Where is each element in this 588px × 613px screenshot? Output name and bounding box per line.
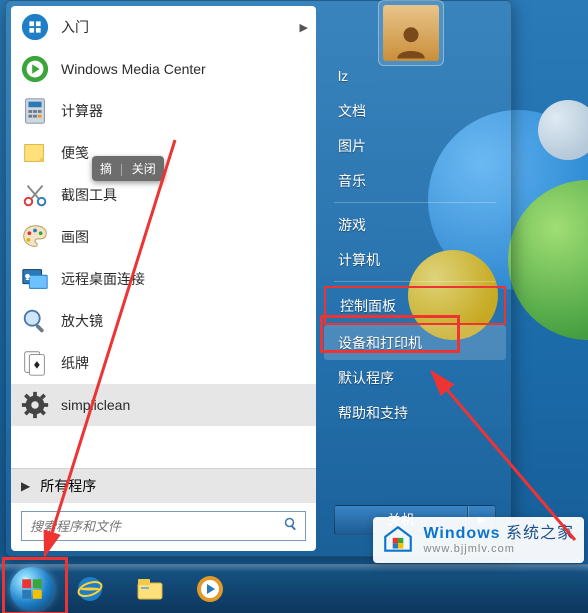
right-item-label: 控制面板 [340, 296, 396, 316]
prog-paint[interactable]: 画图 [11, 216, 316, 258]
right-item-computer[interactable]: 计算机 [324, 242, 506, 277]
right-item-user-lz[interactable]: lz [324, 58, 506, 93]
right-item-label: 设备和打印机 [338, 333, 422, 353]
magnifier-icon [19, 305, 51, 337]
search-row [11, 503, 316, 551]
remote-desktop-icon [19, 263, 51, 295]
jumplist-tooltip: 摘 关闭 [92, 156, 164, 181]
prog-label: 截图工具 [61, 185, 117, 205]
tooltip-separator [121, 164, 122, 176]
prog-snipping-tool[interactable]: 截图工具 [11, 174, 316, 216]
search-icon[interactable] [277, 516, 305, 537]
gear-icon [19, 389, 51, 421]
watermark: Windows 系统之家 www.bjjmlv.com [373, 517, 584, 563]
prog-getting-started[interactable]: 入门 ▶ [11, 6, 316, 48]
prog-calculator[interactable]: 计算器 [11, 90, 316, 132]
start-menu-left-pane: 入门 ▶ Windows Media Center 计算器 [11, 6, 316, 551]
prog-solitaire[interactable]: 纸牌 [11, 342, 316, 384]
right-pane-separator [334, 202, 496, 203]
right-item-label: 帮助和支持 [338, 403, 408, 423]
right-item-label: 图片 [338, 136, 366, 156]
watermark-logo-icon [381, 523, 415, 557]
start-orb[interactable] [10, 567, 54, 611]
palette-icon [19, 221, 51, 253]
prog-label: simpliclean [61, 397, 130, 413]
prog-label: 画图 [61, 227, 89, 247]
all-programs-label: 所有程序 [40, 476, 96, 496]
taskbar [0, 564, 588, 613]
watermark-url: www.bjjmlv.com [423, 543, 574, 556]
media-center-icon [19, 53, 51, 85]
right-item-label: 文档 [338, 101, 366, 121]
taskbar-media-player[interactable] [182, 569, 238, 609]
right-item-label: 游戏 [338, 215, 366, 235]
right-item-pictures[interactable]: 图片 [324, 128, 506, 163]
prog-label: Windows Media Center [61, 61, 206, 77]
right-item-help-support[interactable]: 帮助和支持 [324, 395, 506, 430]
search-input[interactable] [22, 519, 277, 534]
right-item-music[interactable]: 音乐 [324, 163, 506, 198]
calculator-icon [19, 95, 51, 127]
prog-magnifier[interactable]: 放大镜 [11, 300, 316, 342]
user-avatar [383, 5, 439, 61]
right-item-games[interactable]: 游戏 [324, 207, 506, 242]
prog-label: 放大镜 [61, 311, 103, 331]
prog-label: 入门 [61, 17, 89, 37]
right-item-documents[interactable]: 文档 [324, 93, 506, 128]
taskbar-ie[interactable] [62, 569, 118, 609]
prog-remote-desktop[interactable]: 远程桌面连接 [11, 258, 316, 300]
taskbar-explorer[interactable] [122, 569, 178, 609]
right-item-label: lz [338, 68, 348, 84]
assist-icon [19, 11, 51, 43]
solitaire-icon [19, 347, 51, 379]
start-menu-right-pane: lz文档图片音乐游戏计算机控制面板设备和打印机默认程序帮助和支持 关机 ▶ [324, 6, 506, 551]
prog-label: 计算器 [61, 101, 103, 121]
search-box[interactable] [21, 511, 306, 541]
right-item-label: 计算机 [338, 250, 380, 270]
sticky-notes-icon [19, 137, 51, 169]
prog-label: 纸牌 [61, 353, 89, 373]
right-pane-separator [334, 281, 496, 282]
prog-windows-media-center[interactable]: Windows Media Center [11, 48, 316, 90]
all-programs[interactable]: ▶ 所有程序 [11, 468, 316, 503]
user-avatar-frame[interactable] [378, 0, 444, 66]
watermark-title: Windows 系统之家 [423, 524, 574, 543]
right-item-default-programs[interactable]: 默认程序 [324, 360, 506, 395]
prog-label: 远程桌面连接 [61, 269, 145, 289]
submenu-arrow-icon: ▶ [300, 21, 308, 34]
right-item-devices-printers[interactable]: 设备和打印机 [324, 325, 506, 360]
triangle-right-icon: ▶ [21, 479, 30, 493]
program-list: 入门 ▶ Windows Media Center 计算器 [11, 6, 316, 468]
prog-simpliclean[interactable]: simpliclean [11, 384, 316, 426]
tooltip-left: 摘 [100, 162, 112, 176]
tooltip-right: 关闭 [132, 162, 156, 176]
start-menu: 入门 ▶ Windows Media Center 计算器 [5, 0, 512, 557]
right-item-label: 音乐 [338, 171, 366, 191]
prog-label: 便笺 [61, 143, 89, 163]
right-item-control-panel[interactable]: 控制面板 [324, 286, 506, 325]
right-item-label: 默认程序 [338, 368, 394, 388]
scissors-icon [19, 179, 51, 211]
